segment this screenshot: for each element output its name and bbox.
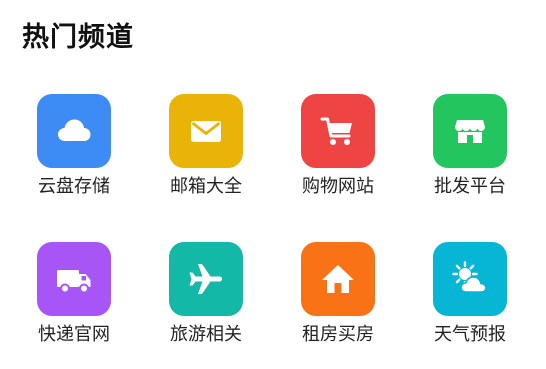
channel-housing[interactable]: 租房买房 xyxy=(283,242,393,362)
weather-sun-cloud-icon xyxy=(452,261,487,293)
channel-weather[interactable]: 天气预报 xyxy=(415,242,525,362)
house-icon xyxy=(322,265,354,293)
channel-travel[interactable]: 旅游相关 xyxy=(151,242,261,362)
channel-shopping[interactable]: 购物网站 xyxy=(283,94,393,214)
channel-label: 快递官网 xyxy=(38,324,110,345)
channel-label: 批发平台 xyxy=(434,176,506,197)
channel-mailbox[interactable]: 邮箱大全 xyxy=(151,94,261,214)
channel-icon-tile xyxy=(301,242,375,316)
storefront-icon xyxy=(455,120,485,143)
channel-icon-tile xyxy=(37,242,111,316)
delivery-truck-icon xyxy=(57,270,91,294)
channel-label: 购物网站 xyxy=(302,176,374,197)
cloud-icon xyxy=(58,119,91,141)
mail-icon xyxy=(191,121,221,142)
channel-grid: 云盘存储 邮箱大全 购物网站 批发平台 快递官网 旅游相关 租房买房 天气预报 xyxy=(0,0,546,369)
channel-icon-tile xyxy=(169,242,243,316)
channel-label: 天气预报 xyxy=(434,324,506,345)
channel-icon-tile xyxy=(301,94,375,168)
channel-label: 云盘存储 xyxy=(38,176,110,197)
airplane-icon xyxy=(189,264,222,294)
channel-icon-tile xyxy=(433,242,507,316)
channel-label: 旅游相关 xyxy=(170,324,242,345)
channel-label: 租房买房 xyxy=(302,324,374,345)
channel-wholesale[interactable]: 批发平台 xyxy=(415,94,525,214)
channel-label: 邮箱大全 xyxy=(170,176,242,197)
shopping-cart-icon xyxy=(320,117,352,145)
channel-express[interactable]: 快递官网 xyxy=(19,242,129,362)
channel-icon-tile xyxy=(433,94,507,168)
channel-icon-tile xyxy=(169,94,243,168)
channel-cloud-storage[interactable]: 云盘存储 xyxy=(19,94,129,214)
channel-icon-tile xyxy=(37,94,111,168)
